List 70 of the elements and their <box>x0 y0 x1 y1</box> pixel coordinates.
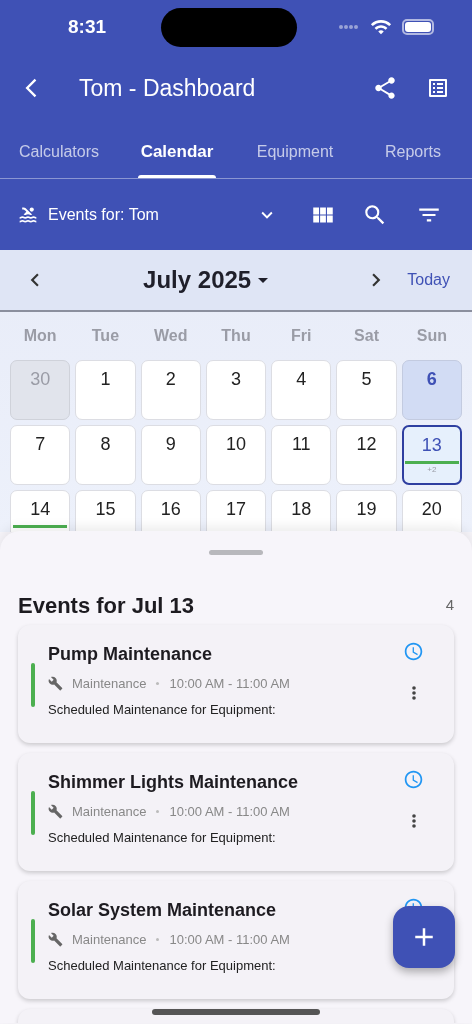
calendar-day[interactable]: 2 <box>140 360 201 420</box>
events-heading: Events for Jul 13 <box>18 591 196 620</box>
tab[interactable]: Calendar <box>118 126 236 178</box>
tab[interactable]: Reports <box>354 126 472 178</box>
weekday-label: Thu <box>220 326 252 346</box>
clock-icon <box>403 641 424 662</box>
drag-handle[interactable] <box>209 550 263 555</box>
wrench-icon <box>48 676 63 692</box>
tab[interactable]: Equipment <box>236 126 354 178</box>
weekday-label: Mon <box>22 326 58 346</box>
calendar-day[interactable]: 18 <box>271 490 332 532</box>
signal-icon <box>338 24 360 30</box>
calendar-day[interactable]: 14 <box>10 490 71 532</box>
weekday-label: Sun <box>415 326 448 346</box>
weekday-label: Tue <box>90 326 121 346</box>
calendar-day[interactable]: 11 <box>271 425 332 485</box>
event-description: Scheduled Maintenance for Equipment: <box>48 700 277 719</box>
event-category: Maintenance <box>72 803 147 821</box>
screen-title: Tom - Dashboard <box>79 73 257 103</box>
events-count: 4 <box>445 594 454 615</box>
event-card[interactable]: Shimmer Lights Maintenance Maintenance 10:00 AM - 11:00 AM Scheduled Maintenance for Equipment: <box>18 753 454 871</box>
caret-icon <box>258 277 269 283</box>
calendar-day[interactable]: 3 <box>205 360 267 420</box>
battery-icon <box>402 19 434 35</box>
event-time: 10:00 AM - 11:00 AM <box>169 803 290 821</box>
calendar-day[interactable]: 19 <box>336 490 397 532</box>
tab[interactable]: Calculators <box>0 126 118 178</box>
event-time: 10:00 AM - 11:00 AM <box>169 675 290 693</box>
calendar-day[interactable]: 1 <box>75 360 136 420</box>
event-description: Scheduled Maintenance for Equipment: <box>48 956 277 975</box>
calendar-day[interactable]: 7 <box>10 425 71 485</box>
more-options-button[interactable] <box>411 814 416 828</box>
calendar-day[interactable]: 5 <box>336 360 397 420</box>
calendar-day[interactable]: 17 <box>205 490 267 532</box>
event-time: 10:00 AM - 11:00 AM <box>169 931 290 949</box>
event-title: Shimmer Lights Maintenance <box>48 771 300 794</box>
calendar-day[interactable]: 15 <box>75 490 136 532</box>
calendar-day[interactable]: 20 <box>401 490 462 532</box>
event-category: Maintenance <box>72 931 147 949</box>
wrench-icon <box>48 804 63 820</box>
calendar-day[interactable]: 8 <box>75 425 136 485</box>
more-icon <box>411 814 416 828</box>
more-icon <box>411 686 416 700</box>
event-title: Pump Maintenance <box>48 643 214 666</box>
calendar-day[interactable]: 16 <box>140 490 201 532</box>
calendar-day[interactable]: 9 <box>140 425 201 485</box>
event-category: Maintenance <box>72 675 147 693</box>
share-button[interactable] <box>372 75 398 101</box>
weekday-label: Sat <box>353 326 380 346</box>
clock-icon <box>403 769 424 790</box>
more-events-count: +2 <box>427 466 437 474</box>
calendar-day[interactable]: 12 <box>336 425 397 485</box>
list-button[interactable] <box>426 76 450 100</box>
calendar-day[interactable]: 6 <box>401 360 462 420</box>
event-title: Solar System Maintenance <box>48 899 278 922</box>
event-description: Scheduled Maintenance for Equipment: <box>48 828 277 847</box>
weekday-label: Fri <box>290 326 313 346</box>
month-selector[interactable]: July 2025 <box>143 262 269 298</box>
add-event-button[interactable] <box>393 906 455 968</box>
event-card[interactable]: Solar System Maintenance Maintenance 10:00 AM - 11:00 AM Scheduled Maintenance for Equipment: <box>18 881 454 999</box>
calendar-day[interactable]: 13 +2 <box>401 425 462 485</box>
more-options-button[interactable] <box>411 686 416 700</box>
event-card[interactable]: Pump Maintenance Maintenance 10:00 AM - 11:00 AM Scheduled Maintenance for Equipment: <box>18 625 454 743</box>
wrench-icon <box>48 932 63 948</box>
weekday-label: Wed <box>152 326 189 346</box>
today-button[interactable]: Today <box>407 268 450 292</box>
status-time: 8:31 <box>68 14 108 39</box>
calendar-day[interactable]: 4 <box>271 360 332 420</box>
calendar-day[interactable]: 10 <box>205 425 267 485</box>
events-filter-dropdown[interactable]: Events for: Tom <box>18 202 288 227</box>
